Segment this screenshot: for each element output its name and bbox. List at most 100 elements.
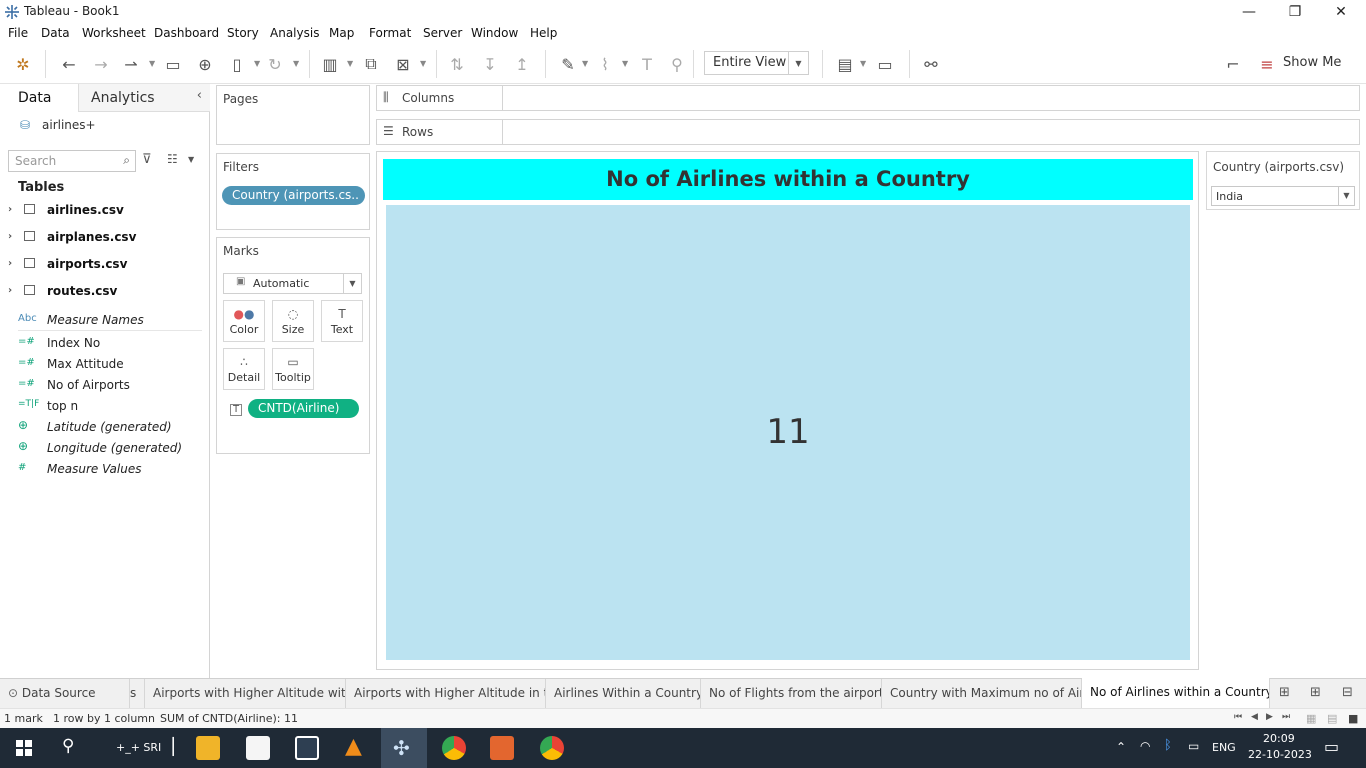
view-options-icon[interactable]: ☷ — [167, 152, 178, 166]
table-row[interactable]: › routes.csv — [0, 279, 209, 306]
tab-sheet[interactable]: Country with Maximum no of Air... — [882, 679, 1082, 708]
presentation-icon[interactable]: ▭ — [874, 53, 896, 75]
bluetooth-icon[interactable]: ᛒ — [1164, 738, 1172, 753]
mail-icon[interactable] — [295, 736, 319, 760]
prev-sheet-icon[interactable]: ◀ — [1251, 712, 1258, 722]
tab-data-source[interactable]: ⊙ Data Source — [0, 679, 130, 708]
chevron-down-icon[interactable]: ▼ — [788, 52, 808, 74]
language-indicator[interactable]: ENG — [1212, 741, 1236, 754]
first-sheet-icon[interactable]: ⏮ — [1234, 712, 1242, 722]
file-explorer-icon[interactable] — [196, 736, 220, 760]
chevron-down-icon[interactable]: ▼ — [254, 59, 260, 68]
undo-icon[interactable]: ← — [58, 53, 80, 75]
show-me-button[interactable]: Show Me — [1283, 55, 1341, 70]
collapse-pane-icon[interactable]: ‹ — [197, 88, 202, 103]
minimize-button[interactable]: — — [1226, 0, 1272, 24]
clock-date[interactable]: 22-10-2023 — [1248, 748, 1312, 761]
redo-icon[interactable]: → — [90, 53, 112, 75]
tab-sheet-active[interactable]: No of Airlines within a Country — [1082, 678, 1270, 708]
new-worksheet-icon[interactable]: ⊞ — [1279, 685, 1290, 700]
tableau-taskbar-button[interactable]: ✣ — [381, 728, 427, 768]
filter-pill-country[interactable]: Country (airports.cs.. — [222, 186, 365, 205]
highlight-icon[interactable]: ✎ — [557, 53, 579, 75]
chevron-right-icon[interactable]: › — [8, 204, 12, 215]
menu-analysis[interactable]: Analysis — [270, 26, 319, 40]
chevron-right-icon[interactable]: › — [8, 258, 12, 269]
document-icon[interactable] — [490, 736, 514, 760]
group-icon[interactable]: ⌇ — [594, 53, 616, 75]
tableau-start-icon[interactable]: ✲ — [12, 53, 34, 75]
refresh-icon[interactable]: ↻ — [264, 53, 286, 75]
format-painter-icon[interactable]: ⌐ — [1222, 53, 1244, 75]
detail-button[interactable]: ∴ Detail — [223, 348, 265, 390]
field-max-attitude[interactable]: =# Max Attitude — [0, 354, 209, 375]
share-icon[interactable]: ⚯ — [920, 53, 942, 75]
replay-icon[interactable]: ⇀ — [120, 53, 142, 75]
menu-worksheet[interactable]: Worksheet — [82, 26, 146, 40]
chevron-down-icon[interactable]: ▼ — [343, 274, 361, 293]
app-icon[interactable] — [246, 736, 270, 760]
menu-story[interactable]: Story — [227, 26, 259, 40]
chevron-down-icon[interactable]: ▼ — [622, 59, 628, 68]
search-input[interactable]: Search ⌕ — [8, 150, 136, 172]
color-button[interactable]: ●● Color — [223, 300, 265, 342]
clock-time[interactable]: 20:09 — [1263, 732, 1295, 745]
clear-sheet-icon[interactable]: ⊠ — [392, 53, 414, 75]
wifi-icon[interactable]: ◠ — [1140, 739, 1150, 753]
sheet-sorter-icon[interactable]: ▦ — [1306, 712, 1316, 725]
vlc-icon[interactable]: ▲ — [345, 734, 362, 759]
field-measure-values[interactable]: # Measure Values — [0, 459, 209, 480]
menu-server[interactable]: Server — [423, 26, 462, 40]
filmstrip-icon[interactable]: ▤ — [1327, 712, 1337, 725]
kpi-value[interactable]: 11 — [386, 412, 1190, 452]
table-row[interactable]: › airports.csv — [0, 252, 209, 279]
search-icon[interactable]: ⚲ — [62, 736, 74, 756]
chevron-right-icon[interactable]: › — [8, 285, 12, 296]
field-latitude[interactable]: ⊕ Latitude (generated) — [0, 417, 209, 438]
tab-sheet[interactable]: Airports with Higher Altitude wit... — [145, 679, 346, 708]
pages-shelf[interactable]: Pages — [216, 85, 370, 145]
menu-data[interactable]: Data — [41, 26, 70, 40]
chevron-down-icon[interactable]: ▼ — [860, 59, 866, 68]
columns-shelf[interactable]: ⫼ Columns — [376, 85, 1360, 111]
sort-ascending-icon[interactable]: ↧ — [479, 53, 501, 75]
new-story-icon[interactable]: ⊟ — [1342, 685, 1353, 700]
tab-sheet[interactable]: No of Flights from the airport — [701, 679, 882, 708]
field-no-of-airports[interactable]: =# No of Airports — [0, 375, 209, 396]
swap-icon[interactable]: ⇅ — [446, 53, 468, 75]
menu-help[interactable]: Help — [530, 26, 557, 40]
menu-window[interactable]: Window — [471, 26, 518, 40]
text-button[interactable]: T Text — [321, 300, 363, 342]
restore-button[interactable]: ❐ — [1272, 0, 1318, 24]
sort-descending-icon[interactable]: ↥ — [511, 53, 533, 75]
menu-format[interactable]: Format — [369, 26, 411, 40]
chrome-profile-icon[interactable] — [540, 736, 564, 760]
chevron-down-icon[interactable]: ▼ — [582, 59, 588, 68]
chevron-down-icon[interactable]: ▼ — [149, 59, 155, 68]
last-sheet-icon[interactable]: ⏭ — [1282, 712, 1290, 722]
tooltip-button[interactable]: ▭ Tooltip — [272, 348, 314, 390]
close-button[interactable]: ✕ — [1318, 0, 1364, 24]
filters-shelf[interactable]: Filters Country (airports.cs.. — [216, 153, 370, 230]
marks-pill-cntd-airline[interactable]: CNTD(Airline) — [248, 399, 359, 418]
notifications-icon[interactable]: ▭ — [1324, 737, 1339, 756]
taskbar-user[interactable]: +_+ SRI — [116, 741, 161, 754]
chevron-down-icon[interactable]: ▼ — [188, 155, 194, 164]
new-dashboard-icon[interactable]: ⊞ — [1310, 685, 1321, 700]
tab-sheet[interactable]: Airlines Within a Country — [546, 679, 701, 708]
show-cards-icon[interactable]: ▤ — [834, 53, 856, 75]
chevron-down-icon[interactable]: ▼ — [420, 59, 426, 68]
tab-analytics[interactable]: Analytics ‹ — [78, 84, 210, 112]
windows-start-icon[interactable] — [16, 740, 32, 756]
tab-data[interactable]: Data — [0, 84, 78, 112]
next-sheet-icon[interactable]: ▶ — [1266, 712, 1273, 722]
country-filter-dropdown[interactable]: India ▼ — [1211, 186, 1355, 206]
tab-sheet-truncated[interactable]: s — [130, 679, 145, 708]
chevron-down-icon[interactable]: ▼ — [293, 59, 299, 68]
new-worksheet-icon[interactable]: ▥ — [319, 53, 341, 75]
size-button[interactable]: ◌ Size — [272, 300, 314, 342]
filter-icon[interactable]: ⊽ — [142, 152, 152, 167]
pause-updates-icon[interactable]: ▯ — [226, 53, 248, 75]
duplicate-icon[interactable]: ⧉ — [360, 53, 382, 75]
table-row[interactable]: › airplanes.csv — [0, 225, 209, 252]
